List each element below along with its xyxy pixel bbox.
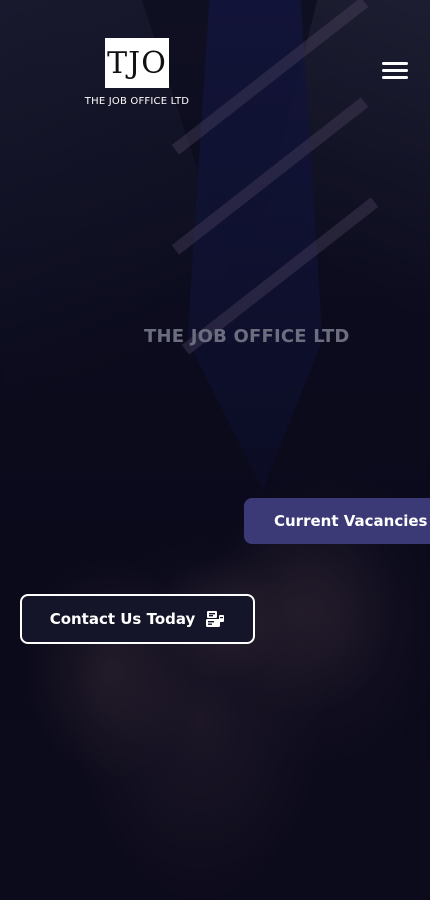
hero-headline: THE JOB OFFICE LTD <box>144 326 350 347</box>
logo-mark: TJO <box>105 38 169 88</box>
contact-us-label: Contact Us Today <box>49 610 196 628</box>
hero-section: TJO THE JOB OFFICE LTD THE JOB OFFICE LT… <box>0 0 430 900</box>
background-overlay <box>0 0 430 900</box>
hamburger-menu-icon[interactable] <box>382 62 408 82</box>
site-logo[interactable]: TJO THE JOB OFFICE LTD <box>78 38 196 107</box>
current-vacancies-label: Current Vacancies <box>274 512 428 530</box>
logo-company-name: THE JOB OFFICE LTD <box>84 96 190 107</box>
contact-us-button[interactable]: Contact Us Today <box>20 594 255 644</box>
contact-card-icon <box>206 611 225 627</box>
current-vacancies-button[interactable]: Current Vacancies <box>244 498 430 544</box>
logo-mark-text: TJO <box>107 45 167 81</box>
